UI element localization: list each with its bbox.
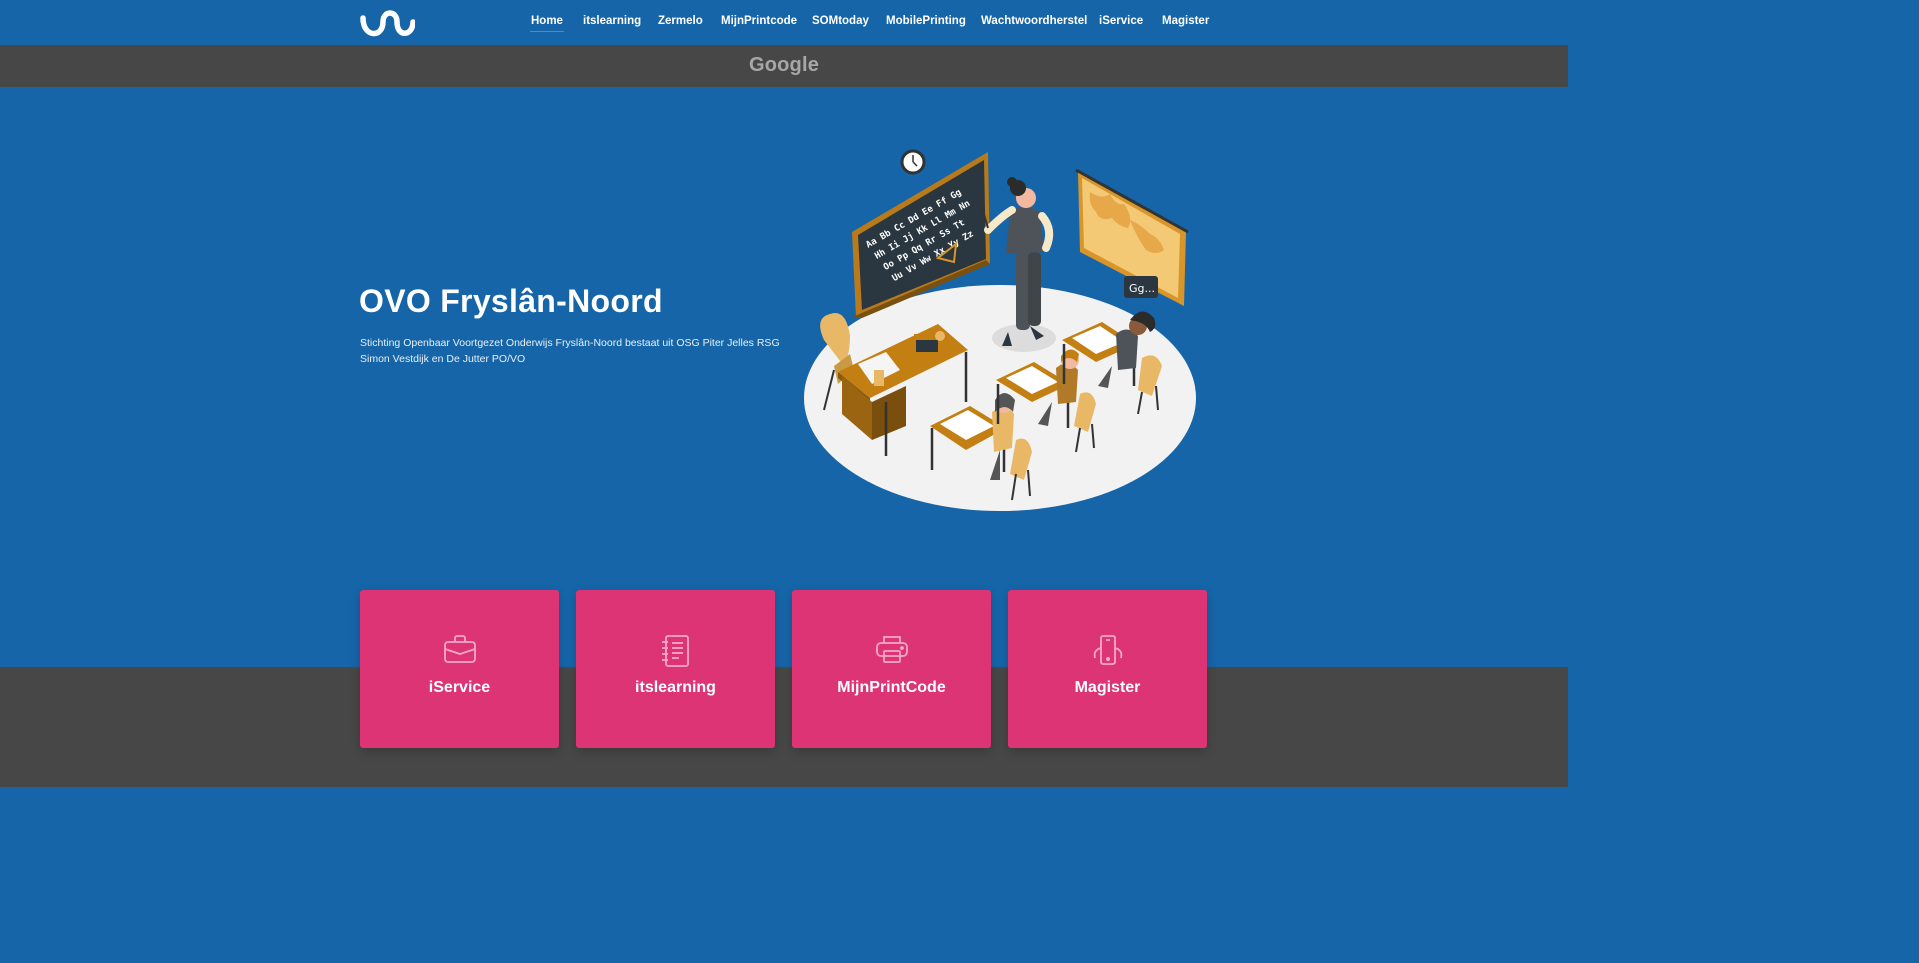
speech-bubble-text: Gg...	[1129, 282, 1155, 295]
nav-item-mijnprintcode[interactable]: MijnPrintcode	[721, 15, 797, 27]
nav-item-home[interactable]: Home	[530, 15, 564, 32]
nav-item-mobileprinting[interactable]: MobilePrinting	[886, 15, 966, 27]
google-bar-text[interactable]: Google	[0, 54, 1568, 77]
card-magister[interactable]: Magister	[1008, 590, 1207, 748]
logo-icon[interactable]	[359, 8, 415, 38]
top-navbar: Home itslearning Zermelo MijnPrintcode S…	[0, 0, 1568, 45]
notebook-icon	[661, 635, 689, 667]
card-label: Magister	[1074, 679, 1141, 696]
footer-band	[0, 667, 1568, 787]
google-bar: Google	[0, 45, 1568, 87]
card-itslearning[interactable]: itslearning	[576, 590, 775, 748]
card-mijnprintcode[interactable]: MijnPrintCode	[792, 590, 991, 748]
nav-item-magister[interactable]: Magister	[1162, 15, 1209, 27]
nav-item-zermelo[interactable]: Zermelo	[658, 15, 703, 27]
nav-item-wachtwoordherstel[interactable]: Wachtwoordherstel	[981, 15, 1087, 27]
nav-item-iservice[interactable]: iService	[1099, 15, 1143, 27]
hero-description: Stichting Openbaar Voortgezet Onderwijs …	[360, 337, 780, 365]
nav-item-somtoday[interactable]: SOMtoday	[812, 15, 869, 27]
world-map: Gg...	[1075, 168, 1189, 306]
classroom-illustration: Aa Bb Cc Dd Ee Ff Gg Hh Ii Jj Kk Ll Mm N…	[804, 149, 1196, 511]
card-label: iService	[428, 679, 491, 696]
hero-title: OVO Fryslân-Noord	[359, 283, 663, 319]
card-label: itslearning	[635, 679, 716, 696]
briefcase-icon	[443, 635, 476, 663]
printer-icon	[875, 636, 908, 663]
nav-item-itslearning[interactable]: itslearning	[583, 15, 641, 27]
card-iservice[interactable]: iService	[360, 590, 559, 748]
phone-icon	[1093, 635, 1122, 665]
card-label: MijnPrintCode	[837, 679, 946, 696]
clock-icon	[900, 149, 926, 175]
